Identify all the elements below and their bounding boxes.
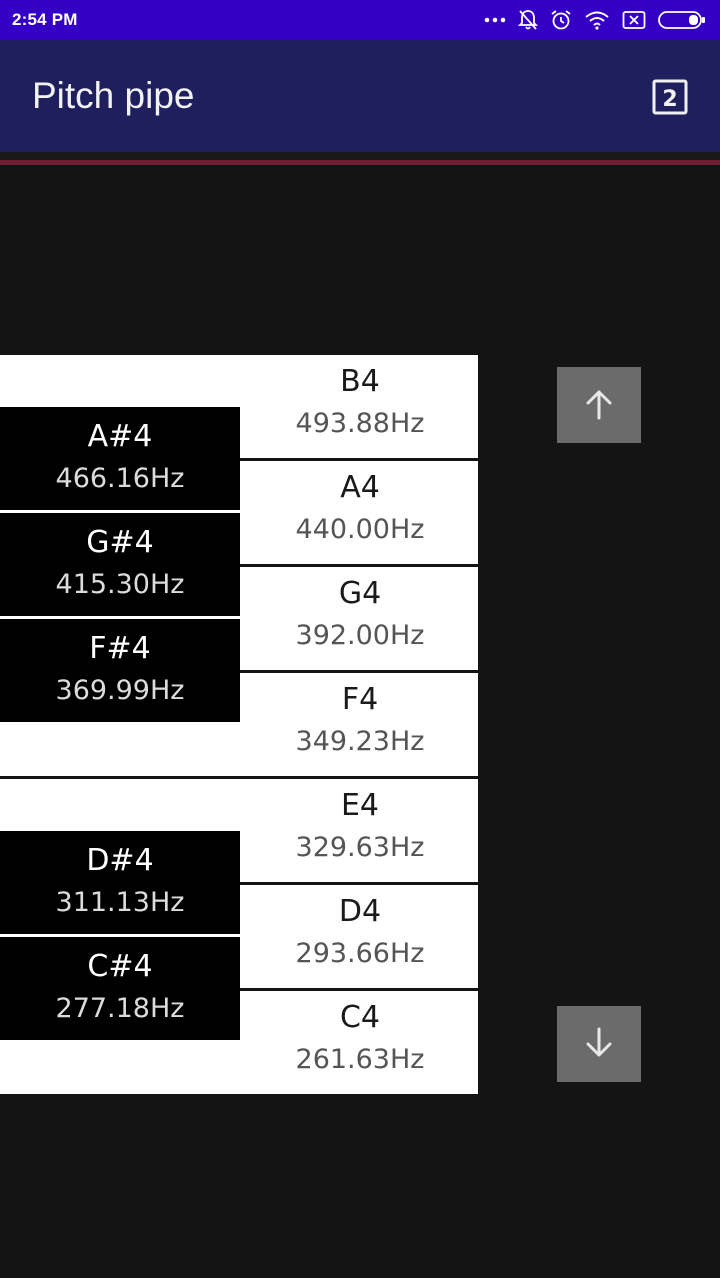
black-key-d-sharp-4[interactable]: D#4 311.13Hz <box>0 831 240 934</box>
note-name: G4 <box>338 576 382 611</box>
scroll-down-button[interactable] <box>557 1006 641 1082</box>
scroll-up-button[interactable] <box>557 367 641 443</box>
note-frequency: 369.99Hz <box>55 675 185 706</box>
note-frequency: 293.66Hz <box>295 938 425 969</box>
note-frequency: 311.13Hz <box>55 887 185 918</box>
note-name: C#4 <box>87 949 153 984</box>
black-key-c-sharp-4[interactable]: C#4 277.18Hz <box>0 937 240 1040</box>
note-frequency: 329.63Hz <box>295 832 425 863</box>
note-frequency: 392.00Hz <box>295 620 425 651</box>
note-name: E4 <box>340 788 380 823</box>
note-frequency: 415.30Hz <box>55 569 185 600</box>
note-frequency: 493.88Hz <box>295 408 425 439</box>
piano-keyboard: B4 493.88Hz A4 440.00Hz G4 392.00Hz F4 3… <box>0 0 720 1278</box>
note-frequency: 349.23Hz <box>295 726 425 757</box>
arrow-down-icon <box>581 1025 617 1064</box>
arrow-up-icon <box>581 386 617 425</box>
note-name: F4 <box>341 682 379 717</box>
note-name: A4 <box>340 470 380 505</box>
note-name: D#4 <box>86 843 154 878</box>
note-frequency: 440.00Hz <box>295 514 425 545</box>
note-name: B4 <box>340 364 380 399</box>
note-name: G#4 <box>86 525 154 560</box>
note-frequency: 277.18Hz <box>55 993 185 1024</box>
note-name: D4 <box>338 894 382 929</box>
black-key-a-sharp-4[interactable]: A#4 466.16Hz <box>0 407 240 510</box>
note-name: F#4 <box>89 631 151 666</box>
black-key-f-sharp-4[interactable]: F#4 369.99Hz <box>0 619 240 722</box>
note-name: A#4 <box>87 419 153 454</box>
note-frequency: 466.16Hz <box>55 463 185 494</box>
black-key-g-sharp-4[interactable]: G#4 415.30Hz <box>0 513 240 616</box>
note-name: C4 <box>339 1000 381 1035</box>
note-frequency: 261.63Hz <box>295 1044 425 1075</box>
